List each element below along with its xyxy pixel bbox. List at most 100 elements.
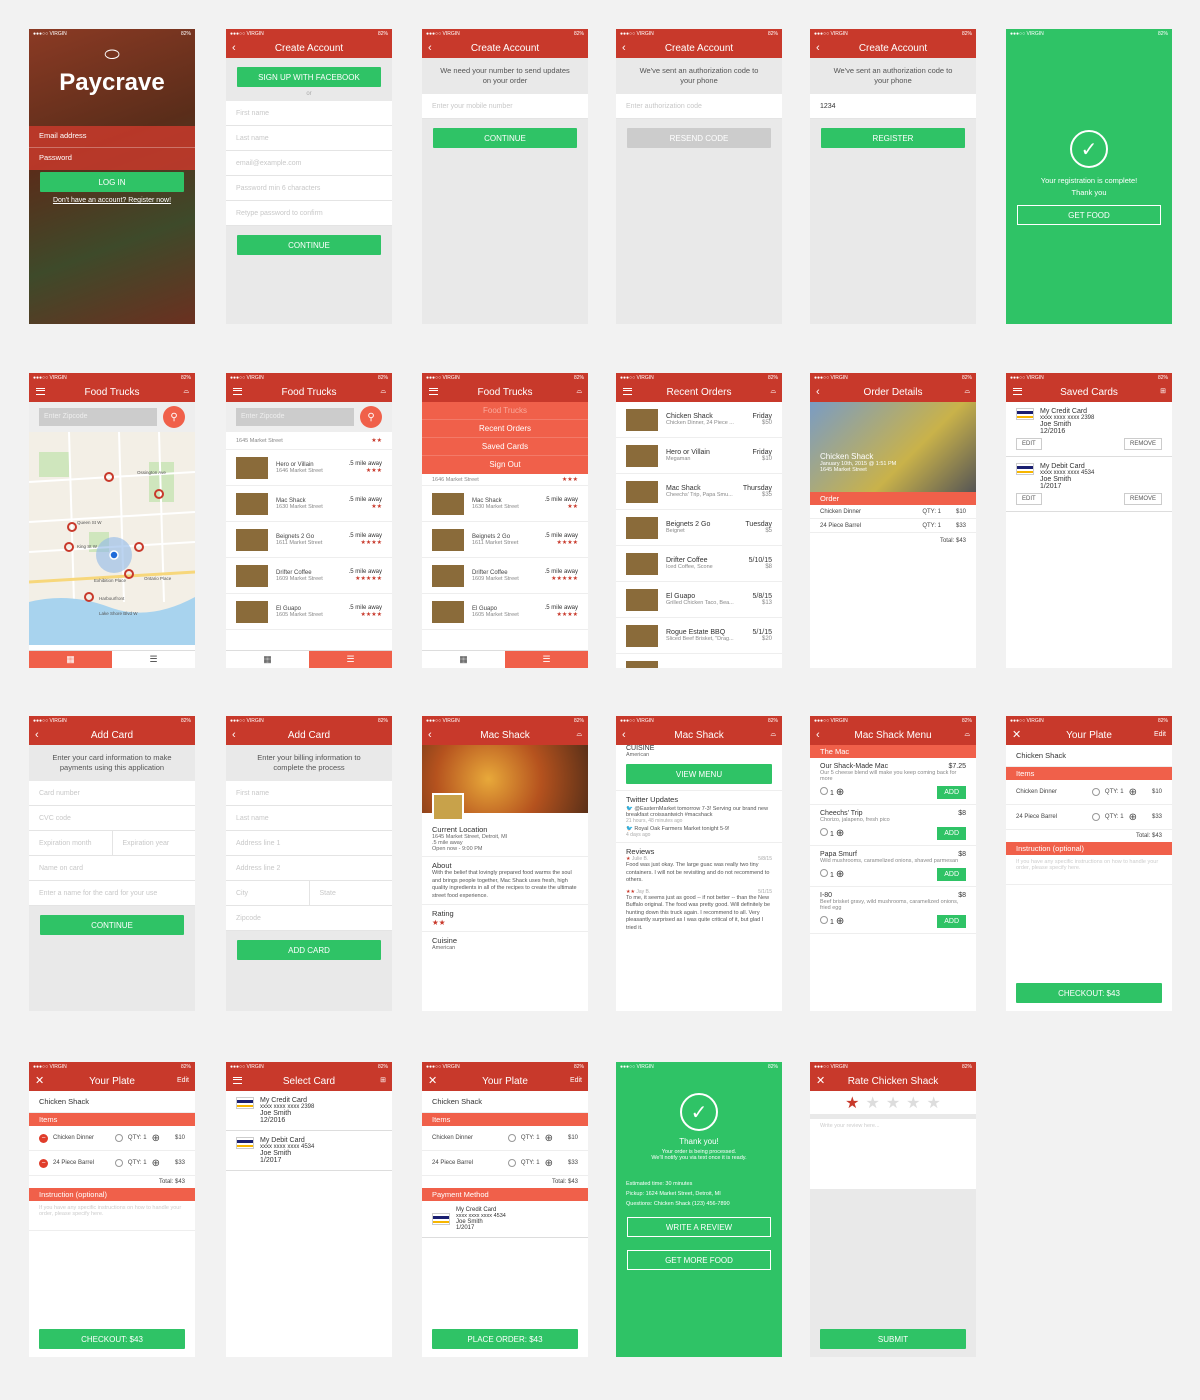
- close-icon[interactable]: ✕: [1012, 728, 1021, 742]
- selectable-card[interactable]: My Debit Card xxxx xxxx xxxx 4534 Joe Smit…: [226, 1131, 392, 1171]
- edit-button[interactable]: Edit: [177, 1074, 189, 1088]
- order-row[interactable]: Rogue Estate BBQ Sliced Beef Brisket, "Dr…: [616, 618, 782, 654]
- checkout-button[interactable]: CHECKOUT: $43: [39, 1329, 185, 1349]
- star-icon[interactable]: ★: [906, 1093, 920, 1113]
- instruction-field[interactable]: If you have any specific instructions on…: [29, 1201, 195, 1231]
- plus-icon[interactable]: ⊕: [836, 787, 844, 798]
- state-field[interactable]: State: [308, 881, 393, 905]
- truck-list-item[interactable]: El Guapo 1605 Market Street .5 mile away ★★…: [226, 594, 392, 630]
- menu-icon[interactable]: [36, 388, 45, 395]
- auth-code-field[interactable]: Enter authorization code: [616, 94, 782, 119]
- minus-icon[interactable]: [1091, 813, 1100, 821]
- address-line-2-field[interactable]: Address line 2: [226, 856, 392, 881]
- map-view-tab[interactable]: ▦: [422, 651, 505, 668]
- back-icon[interactable]: ‹: [816, 385, 820, 399]
- register-link[interactable]: Don't have an account? Register now!: [29, 197, 195, 204]
- cvc-field[interactable]: CVC code: [29, 806, 195, 831]
- register-button[interactable]: REGISTER: [821, 128, 965, 148]
- review-field[interactable]: Write your review here...: [810, 1119, 976, 1189]
- add-card-icon[interactable]: ⊞: [380, 1074, 386, 1088]
- login-button[interactable]: LOG IN: [40, 172, 184, 192]
- auth-code-field[interactable]: 1234: [810, 94, 976, 119]
- truck-list-item[interactable]: Beignets 2 Go 1611 Market Street .5 mile a…: [422, 522, 588, 558]
- order-row[interactable]: El Guapo Grilled Chicken Taco, Bea... 5/8/…: [616, 582, 782, 618]
- minus-icon[interactable]: [820, 828, 828, 836]
- minus-icon[interactable]: [114, 1159, 123, 1167]
- plus-icon[interactable]: ⊕: [545, 1133, 553, 1144]
- minus-icon[interactable]: [114, 1134, 123, 1142]
- add-button[interactable]: ADD: [937, 915, 966, 928]
- back-icon[interactable]: ‹: [816, 41, 820, 55]
- edit-button[interactable]: EDIT: [1016, 493, 1042, 505]
- plus-icon[interactable]: ⊕: [545, 1158, 553, 1169]
- add-button[interactable]: ADD: [937, 786, 966, 799]
- zipcode-field[interactable]: Zipcode: [226, 906, 392, 931]
- view-menu-button[interactable]: VIEW MENU: [626, 764, 772, 784]
- map-view-tab[interactable]: ▦: [226, 651, 309, 668]
- delete-icon[interactable]: −: [39, 1133, 48, 1143]
- truck-list-item[interactable]: Mac Shack 1630 Market Street .5 mile away ★…: [226, 486, 392, 522]
- edit-button[interactable]: Edit: [570, 1074, 582, 1088]
- address-line-1-field[interactable]: Address line 1: [226, 831, 392, 856]
- minus-icon[interactable]: [820, 916, 828, 924]
- saved-card[interactable]: My Debit Card xxxx xxxx xxxx 4534 Joe Smit…: [1006, 457, 1172, 512]
- last-name-field[interactable]: Last name: [226, 126, 392, 151]
- order-row[interactable]: Drifter Coffee Iced Coffee, Scone 5/10/15 $…: [616, 546, 782, 582]
- location-icon[interactable]: ⚲: [163, 406, 185, 428]
- truck-list-item[interactable]: Drifter Coffee 1609 Market Street .5 mile …: [226, 558, 392, 594]
- card-nickname-field[interactable]: Enter a name for the card for your use: [29, 881, 195, 906]
- location-icon[interactable]: ⚲: [360, 406, 382, 428]
- checkout-button[interactable]: CHECKOUT: $43: [1016, 983, 1162, 1003]
- city-field[interactable]: City: [226, 881, 309, 905]
- add-button[interactable]: ADD: [937, 827, 966, 840]
- plus-icon[interactable]: ⊕: [152, 1133, 160, 1144]
- submit-button[interactable]: SUBMIT: [820, 1329, 966, 1349]
- plus-icon[interactable]: ⊕: [836, 869, 844, 880]
- minus-icon[interactable]: [507, 1134, 516, 1142]
- close-icon[interactable]: ✕: [816, 1074, 825, 1088]
- star-rating[interactable]: ★ ★ ★ ★ ★: [810, 1091, 976, 1119]
- first-name-field[interactable]: First name: [226, 781, 392, 806]
- close-icon[interactable]: ✕: [428, 1074, 437, 1088]
- write-review-button[interactable]: WRITE A REVIEW: [627, 1217, 771, 1237]
- nav-item-recent-orders[interactable]: Recent Orders: [422, 420, 588, 438]
- plus-icon[interactable]: ⊕: [152, 1158, 160, 1169]
- facebook-signup-button[interactable]: SIGN UP WITH FACEBOOK: [237, 67, 381, 87]
- map[interactable]: Ossington Ave Queen St W King St W Harbo…: [29, 432, 195, 645]
- plus-icon[interactable]: ⊕: [1129, 787, 1137, 798]
- nav-item-saved-cards[interactable]: Saved Cards: [422, 438, 588, 456]
- add-card-button[interactable]: ADD CARD: [237, 940, 381, 960]
- selectable-card[interactable]: My Credit Card xxxx xxxx xxxx 2398 Joe Smi…: [226, 1091, 392, 1131]
- plus-icon[interactable]: ⊕: [836, 916, 844, 927]
- list-view-tab[interactable]: ☰: [505, 651, 588, 668]
- star-icon[interactable]: ★: [865, 1093, 879, 1113]
- payment-card[interactable]: My Credit Card xxxx xxxx xxxx 4534 Joe Smi…: [422, 1201, 588, 1238]
- close-icon[interactable]: ✕: [35, 1074, 44, 1088]
- back-icon[interactable]: ‹: [622, 728, 626, 742]
- email-field[interactable]: email@example.com: [226, 151, 392, 176]
- card-number-field[interactable]: Card number: [29, 781, 195, 806]
- list-view-tab[interactable]: ☰: [309, 651, 392, 668]
- back-icon[interactable]: ‹: [232, 41, 236, 55]
- continue-button[interactable]: CONTINUE: [237, 235, 381, 255]
- map-view-tab[interactable]: ▦: [29, 651, 112, 668]
- order-row[interactable]: Beignets 2 Go Beignet Tuesday $5: [616, 510, 782, 546]
- star-icon[interactable]: ★: [886, 1093, 900, 1113]
- get-more-food-button[interactable]: GET MORE FOOD: [627, 1250, 771, 1270]
- email-field[interactable]: Email address: [29, 126, 195, 148]
- add-button[interactable]: ADD: [937, 868, 966, 881]
- back-icon[interactable]: ‹: [622, 41, 626, 55]
- minus-icon[interactable]: [507, 1159, 516, 1167]
- plus-icon[interactable]: ⊕: [836, 828, 844, 839]
- back-icon[interactable]: ‹: [816, 728, 820, 742]
- minus-icon[interactable]: [1091, 788, 1100, 796]
- nav-item-food-trucks[interactable]: Food Trucks: [422, 402, 588, 420]
- delete-icon[interactable]: −: [39, 1158, 48, 1168]
- back-icon[interactable]: ‹: [428, 728, 432, 742]
- password-field[interactable]: Password: [29, 148, 195, 170]
- remove-button[interactable]: REMOVE: [1123, 438, 1162, 450]
- edit-button[interactable]: Edit: [1154, 728, 1166, 742]
- nav-item-sign-out[interactable]: Sign Out: [422, 456, 588, 474]
- order-row[interactable]: Mac Shack Cheechs' Trip, Papa Smu... Thurs…: [616, 474, 782, 510]
- back-icon[interactable]: ‹: [428, 41, 432, 55]
